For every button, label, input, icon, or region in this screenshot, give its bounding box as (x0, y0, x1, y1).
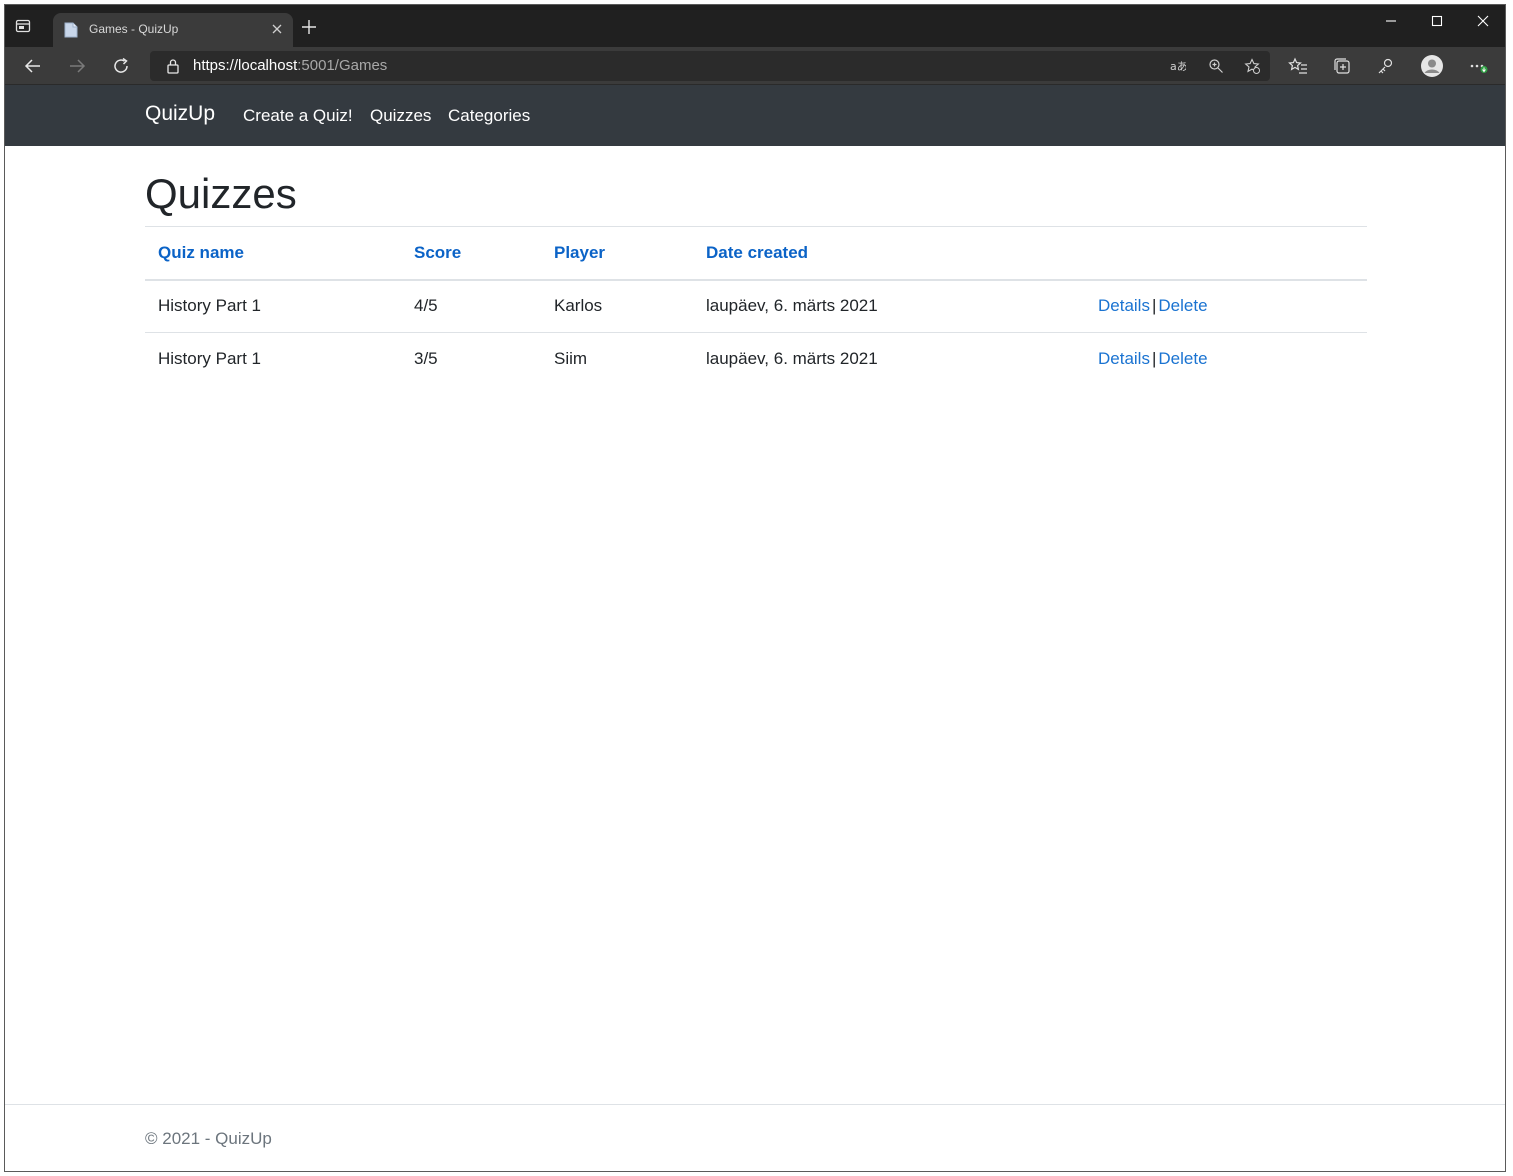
lock-icon[interactable] (166, 58, 180, 74)
cell-score: 4/5 (414, 296, 438, 316)
minimize-icon[interactable] (1384, 14, 1398, 28)
favorites-icon[interactable] (1288, 56, 1308, 76)
column-header-score[interactable]: Score (401, 226, 541, 281)
close-tab-icon[interactable] (271, 23, 283, 35)
more-options-icon[interactable] (1468, 56, 1488, 76)
cell-quiz-name: History Part 1 (145, 332, 401, 386)
delete-link[interactable]: Delete (1158, 349, 1207, 368)
svg-text:aあ: aあ (1170, 60, 1186, 73)
url-scheme: https:// (193, 57, 239, 74)
cell-actions: Details | Delete (1085, 332, 1367, 386)
cell-date-created: laupäev, 6. märts 2021 (693, 332, 1085, 386)
address-bar[interactable]: https://localhost:5001/Games aあ (150, 51, 1270, 81)
page-favicon-icon (64, 22, 78, 38)
translate-icon[interactable]: aあ (1170, 58, 1186, 74)
delete-link[interactable]: Delete (1158, 296, 1207, 315)
brand-link[interactable]: QuizUp (145, 102, 215, 126)
nav-link-quizzes[interactable]: Quizzes (370, 106, 431, 126)
column-header-actions (1085, 226, 1367, 281)
page-title: Quizzes (145, 170, 297, 217)
table-header-row: Quiz name Score Player Date created (145, 226, 1367, 281)
table-row: History Part 1 3/5 Siim laupäev, 6. märt… (145, 332, 1367, 386)
cell-score: 3/5 (401, 332, 541, 386)
new-tab-icon[interactable] (301, 19, 317, 35)
zoom-icon[interactable] (1208, 58, 1224, 74)
browser-titlebar: Games - QuizUp (5, 5, 1505, 47)
close-window-icon[interactable] (1476, 14, 1490, 28)
cell-quiz-name: History Part 1 (158, 296, 261, 316)
cell-date-created: laupäev, 6. märts 2021 (706, 296, 878, 316)
forward-icon[interactable] (67, 56, 87, 76)
extensions-icon[interactable] (1376, 56, 1396, 76)
nav-link-create-quiz[interactable]: Create a Quiz! (243, 106, 353, 126)
refresh-icon[interactable] (111, 56, 131, 76)
collections-icon[interactable] (1332, 56, 1352, 76)
site-footer: © 2021 - QuizUp (5, 1104, 1505, 1171)
details-link[interactable]: Details (1098, 349, 1150, 368)
add-favorite-icon[interactable] (1244, 58, 1260, 74)
column-header-player[interactable]: Player (541, 226, 693, 281)
browser-tab-active[interactable]: Games - QuizUp (53, 13, 293, 47)
url-host: localhost (238, 57, 298, 74)
cell-actions: Details | Delete (1085, 280, 1367, 333)
column-header-date-created[interactable]: Date created (693, 226, 1085, 281)
url-path: :5001/Games (297, 57, 388, 74)
column-header-quiz-name[interactable]: Quiz name (145, 226, 401, 281)
site-navbar: QuizUp Create a Quiz! Quizzes Categories (5, 85, 1505, 146)
browser-toolbar: https://localhost:5001/Games aあ (5, 47, 1505, 85)
nav-link-categories[interactable]: Categories (448, 106, 530, 126)
cell-player: Siim (541, 332, 693, 386)
tab-actions-icon[interactable] (15, 18, 31, 34)
footer-copyright: © 2021 - QuizUp (145, 1129, 272, 1148)
games-table: Quiz name Score Player Date created Hist… (145, 226, 1367, 386)
back-icon[interactable] (23, 56, 43, 76)
cell-player: Karlos (554, 296, 603, 316)
maximize-icon[interactable] (1430, 14, 1444, 28)
browser-window: Games - QuizUp https://localhost:5001/Ga… (4, 4, 1506, 1172)
details-link[interactable]: Details (1098, 296, 1150, 315)
url-text[interactable]: https://localhost:5001/Games (193, 57, 387, 74)
tab-title: Games - QuizUp (89, 22, 179, 36)
profile-avatar-icon[interactable] (1420, 54, 1444, 78)
table-row: History Part 1 4/5 Karlos laupäev, 6. mä… (145, 280, 1367, 333)
